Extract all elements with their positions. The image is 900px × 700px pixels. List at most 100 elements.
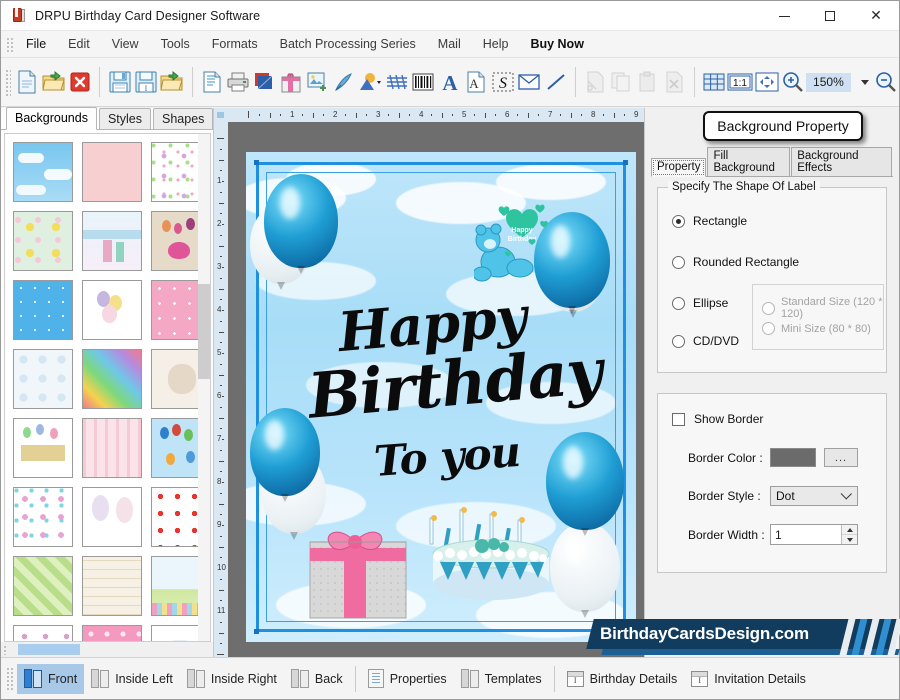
tab-fill-background[interactable]: Fill Background xyxy=(707,147,791,176)
tab-shapes[interactable]: Shapes xyxy=(153,108,214,129)
bottom-item-front[interactable]: Front xyxy=(17,663,85,694)
selection-handle[interactable] xyxy=(254,629,259,634)
bottom-item-birthday-details[interactable]: Birthday Details xyxy=(560,664,685,694)
close-button[interactable]: ✕ xyxy=(853,1,899,31)
background-thumbnail[interactable] xyxy=(82,487,142,547)
cut-icon[interactable] xyxy=(582,65,608,99)
zoom-in-icon[interactable] xyxy=(780,65,806,99)
radio-cd-dvd[interactable]: CD/DVD xyxy=(672,334,739,348)
background-thumbnail[interactable] xyxy=(13,349,73,409)
checkbox-show-border[interactable]: Show Border xyxy=(672,412,763,426)
border-color-browse-button[interactable]: ... xyxy=(824,448,858,467)
grid-icon[interactable] xyxy=(700,65,726,99)
background-thumbnail[interactable] xyxy=(82,142,142,202)
selection-handle[interactable] xyxy=(254,160,259,165)
print-preview-icon[interactable] xyxy=(199,65,225,99)
envelope-icon[interactable] xyxy=(516,65,542,99)
print-icon[interactable] xyxy=(225,65,251,99)
copy-icon[interactable] xyxy=(608,65,634,99)
bottom-item-templates[interactable]: Templates xyxy=(454,664,549,694)
bottom-item-properties[interactable]: Properties xyxy=(361,664,454,694)
menu-buy-now[interactable]: Buy Now xyxy=(519,33,594,55)
background-thumbnail[interactable] xyxy=(82,349,142,409)
insert-image-icon[interactable] xyxy=(304,65,330,99)
stepper-down-button[interactable] xyxy=(842,535,857,544)
bottom-toolbar-grip-icon[interactable] xyxy=(5,665,13,692)
background-thumbnail[interactable] xyxy=(13,211,73,271)
background-thumbnail[interactable] xyxy=(13,487,73,547)
bottom-item-invitation-details[interactable]: Invitation Details xyxy=(684,664,813,694)
import-folder-icon[interactable] xyxy=(159,65,185,99)
delete-icon[interactable] xyxy=(661,65,687,99)
bottom-item-inside-right[interactable]: Inside Right xyxy=(180,664,284,694)
border-color-swatch[interactable] xyxy=(770,448,816,467)
background-thumbnail[interactable] xyxy=(82,625,142,641)
card-preview[interactable]: Happy Birthday Happy Birthday To you xyxy=(246,152,636,642)
canvas-surface[interactable]: Happy Birthday Happy Birthday To you xyxy=(228,122,644,657)
shape-picker-icon[interactable] xyxy=(357,65,383,99)
menu-file[interactable]: File xyxy=(15,33,57,55)
maximize-button[interactable] xyxy=(807,1,853,31)
menu-batch-processing-series[interactable]: Batch Processing Series xyxy=(269,33,427,55)
background-thumbnail[interactable] xyxy=(13,280,73,340)
save-as-icon[interactable]: I xyxy=(133,65,159,99)
background-thumbnail[interactable] xyxy=(13,625,73,641)
card-text-line3[interactable]: To you xyxy=(372,427,521,486)
scrollbar-thumb[interactable] xyxy=(198,284,210,379)
menu-mail[interactable]: Mail xyxy=(427,33,472,55)
tab-background-effects[interactable]: Background Effects xyxy=(791,147,892,176)
background-thumbnail[interactable] xyxy=(13,418,73,478)
layers-icon[interactable] xyxy=(251,65,277,99)
radio-standard-size[interactable]: Standard Size (120 * 120) xyxy=(762,296,883,320)
line-tool-icon[interactable] xyxy=(542,65,568,99)
gallery-vertical-scrollbar[interactable] xyxy=(198,134,210,641)
zoom-out-icon[interactable] xyxy=(873,65,899,99)
zoom-dropdown-button[interactable] xyxy=(851,65,873,99)
scrollbar-track[interactable] xyxy=(10,643,212,656)
menu-grip-icon[interactable] xyxy=(5,36,13,52)
close-document-icon[interactable] xyxy=(67,65,93,99)
paste-icon[interactable] xyxy=(635,65,661,99)
menu-help[interactable]: Help xyxy=(472,33,520,55)
barcode-icon[interactable] xyxy=(410,65,436,99)
border-style-combobox[interactable]: Dot xyxy=(770,486,858,506)
radio-rounded-rectangle[interactable]: Rounded Rectangle xyxy=(672,255,799,269)
watermark-text-icon[interactable]: A xyxy=(463,65,489,99)
background-thumbnail[interactable] xyxy=(82,418,142,478)
background-thumbnail[interactable] xyxy=(82,556,142,616)
bottom-item-back[interactable]: Back xyxy=(284,664,350,694)
fit-to-window-icon[interactable] xyxy=(753,65,779,99)
tab-property[interactable]: Property xyxy=(651,158,707,177)
zoom-level-input[interactable]: 150% xyxy=(806,72,851,92)
toolbar-grip-icon[interactable] xyxy=(4,68,12,96)
pen-tool-icon[interactable] xyxy=(331,65,357,99)
background-thumbnail[interactable] xyxy=(82,280,142,340)
selection-handle[interactable] xyxy=(623,160,628,165)
save-icon[interactable] xyxy=(106,65,132,99)
radio-mini-size[interactable]: Mini Size (80 * 80) xyxy=(762,322,871,335)
actual-size-icon[interactable]: 1:1 xyxy=(727,65,753,99)
minimize-button[interactable] xyxy=(761,1,807,31)
signature-s-icon[interactable]: S xyxy=(490,65,516,99)
border-width-stepper[interactable]: 1 xyxy=(770,524,858,545)
signature-icon[interactable] xyxy=(384,65,410,99)
gift-box-icon[interactable] xyxy=(278,65,304,99)
tab-backgrounds[interactable]: Backgrounds xyxy=(6,107,97,130)
background-thumbnail[interactable] xyxy=(13,556,73,616)
bottom-item-inside-left[interactable]: Inside Left xyxy=(84,664,180,694)
stepper-up-button[interactable] xyxy=(842,525,857,535)
background-thumbnail[interactable] xyxy=(13,142,73,202)
radio-ellipse[interactable]: Ellipse xyxy=(672,296,728,310)
menu-formats[interactable]: Formats xyxy=(201,33,269,55)
tab-styles[interactable]: Styles xyxy=(98,108,152,129)
selection-handle[interactable] xyxy=(623,629,628,634)
radio-rectangle[interactable]: Rectangle xyxy=(672,214,747,228)
new-document-icon[interactable] xyxy=(14,65,40,99)
gallery-horizontal-scrollbar[interactable] xyxy=(1,642,213,657)
text-a-icon[interactable]: A xyxy=(437,65,463,99)
background-thumbnail[interactable] xyxy=(82,211,142,271)
scrollbar-thumb[interactable] xyxy=(18,644,80,655)
stepper-buttons[interactable] xyxy=(841,525,857,544)
menu-edit[interactable]: Edit xyxy=(57,33,101,55)
menu-view[interactable]: View xyxy=(101,33,150,55)
